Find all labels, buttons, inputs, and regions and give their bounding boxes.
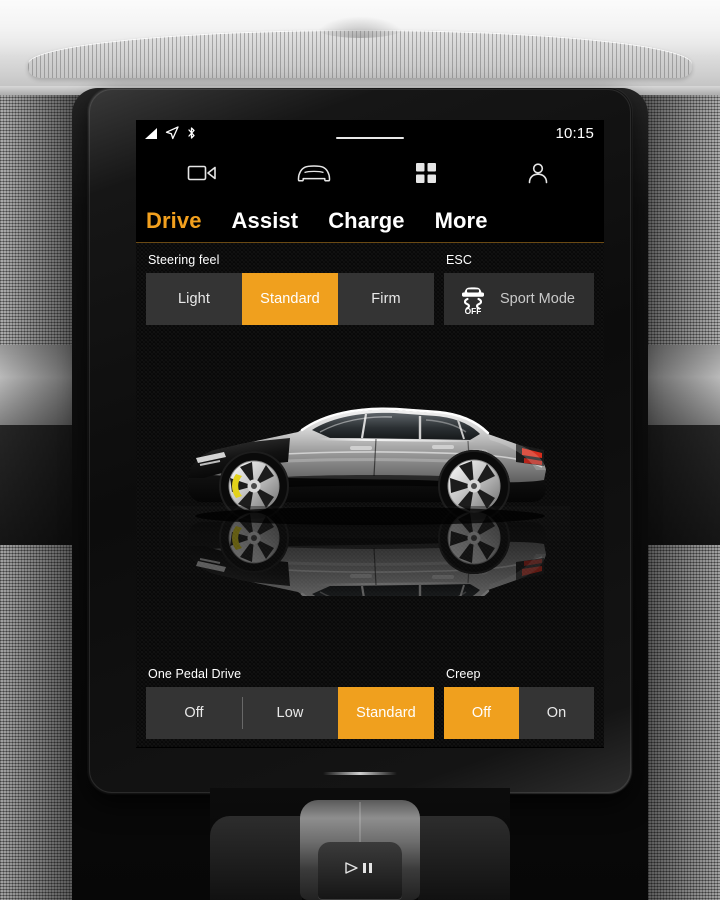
- nav-profile[interactable]: [482, 152, 594, 194]
- status-clock: 10:15: [555, 125, 594, 142]
- car-interior-scene: 10:15 Drive Assist Charge More Steering …: [0, 0, 720, 900]
- apps-grid-icon: [415, 162, 437, 184]
- gear-shifter[interactable]: [300, 800, 420, 900]
- creep-label: Creep: [446, 667, 481, 681]
- center-console: [210, 788, 510, 900]
- one-pedal-drive-off[interactable]: Off: [146, 687, 242, 739]
- steering-feel-segments: Light Standard Firm: [146, 273, 434, 325]
- bezel-bottom-highlight: [323, 772, 397, 775]
- drag-handle-pill[interactable]: [336, 137, 404, 139]
- play-pause-icon: [344, 861, 376, 875]
- nav-car[interactable]: [258, 152, 370, 194]
- speaker-grille-bump: [314, 16, 406, 38]
- esc-button-label: Sport Mode: [500, 291, 575, 307]
- profile-icon: [527, 162, 549, 184]
- creep-group: Creep Off On: [444, 667, 594, 739]
- esc-label: ESC: [446, 253, 473, 267]
- nav-camera[interactable]: [146, 152, 258, 194]
- console-right-wing: [418, 816, 510, 900]
- esc-sport-mode-button[interactable]: OFF Sport Mode: [444, 273, 594, 325]
- signal-strength-icon: [144, 127, 158, 140]
- esc-group: ESC OFF Sport Mode: [444, 253, 594, 325]
- dashboard-top: [0, 0, 720, 95]
- esc-icon-off-text: OFF: [465, 306, 482, 315]
- bluetooth-icon: [186, 126, 197, 140]
- tab-charge[interactable]: Charge: [328, 208, 404, 242]
- top-settings-row: Steering feel Light Standard Firm ESC OF…: [136, 253, 604, 325]
- one-pedal-drive-label: One Pedal Drive: [148, 667, 242, 681]
- one-pedal-drive-group: One Pedal Drive Off Low Standard: [146, 667, 434, 739]
- creep-on[interactable]: On: [519, 687, 594, 739]
- one-pedal-drive-standard[interactable]: Standard: [338, 687, 434, 739]
- tab-assist[interactable]: Assist: [232, 208, 299, 242]
- nav-apps[interactable]: [370, 152, 482, 194]
- steering-feel-label: Steering feel: [148, 253, 220, 267]
- status-bar: 10:15: [136, 120, 604, 152]
- tab-more[interactable]: More: [435, 208, 488, 242]
- one-pedal-drive-low[interactable]: Low: [242, 687, 338, 739]
- camera-icon: [187, 163, 217, 183]
- vehicle-hero-image: [136, 321, 604, 651]
- car-front-icon: [296, 163, 332, 183]
- bottom-settings-row: One Pedal Drive Off Low Standard Creep O…: [136, 667, 604, 739]
- creep-segments: Off On: [444, 687, 594, 739]
- top-nav-bar: [136, 152, 604, 194]
- drive-settings-panel: Steering feel Light Standard Firm ESC OF…: [136, 243, 604, 747]
- console-left-wing: [210, 816, 302, 900]
- location-arrow-icon: [165, 126, 179, 140]
- steering-feel-firm[interactable]: Firm: [338, 273, 434, 325]
- vehicle-side-view: [170, 407, 570, 601]
- section-tabs: Drive Assist Charge More: [136, 194, 604, 243]
- steering-feel-standard[interactable]: Standard: [242, 273, 338, 325]
- creep-off[interactable]: Off: [444, 687, 519, 739]
- esc-off-icon: OFF: [458, 283, 488, 315]
- infotainment-screen: 10:15 Drive Assist Charge More Steering …: [136, 120, 604, 748]
- steering-feel-light[interactable]: Light: [146, 273, 242, 325]
- tab-drive[interactable]: Drive: [146, 208, 202, 242]
- one-pedal-drive-segments: Off Low Standard: [146, 687, 434, 739]
- play-pause-button[interactable]: [318, 842, 402, 900]
- steering-feel-group: Steering feel Light Standard Firm: [146, 253, 434, 325]
